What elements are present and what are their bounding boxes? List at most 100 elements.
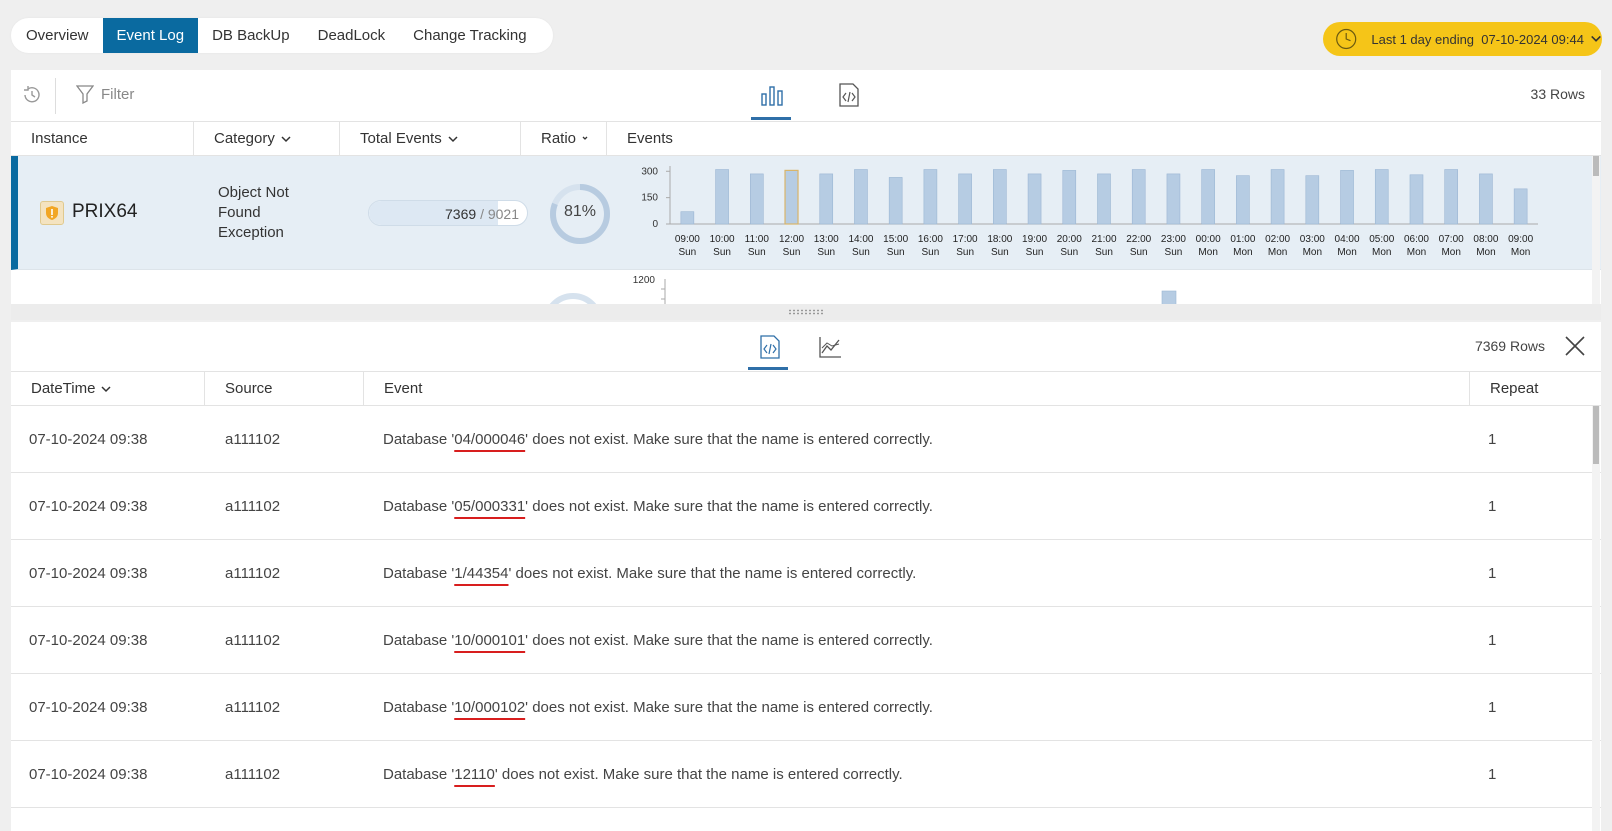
x-tick-label: 21:00 <box>1091 234 1116 245</box>
tab-overview[interactable]: Overview <box>11 18 103 53</box>
chevron-down-icon <box>448 135 458 142</box>
column-event[interactable]: Event <box>364 372 1470 405</box>
chart-bar <box>750 173 764 225</box>
code-view-icon[interactable] <box>836 82 862 108</box>
x-tick-label: 06:00 <box>1404 234 1429 245</box>
history-icon[interactable] <box>21 84 43 106</box>
filter-input[interactable]: Filter <box>101 86 134 103</box>
table-row[interactable]: 07-10-2024 09:38 a111102 Database '05/00… <box>11 473 1601 540</box>
x-tick-day: Sun <box>1130 247 1148 258</box>
chevron-down-icon <box>101 385 111 392</box>
column-instance[interactable]: Instance <box>11 122 194 155</box>
close-icon[interactable] <box>1563 334 1587 358</box>
category-label: Object Not Found Exception <box>218 184 289 241</box>
chart-bar <box>1374 169 1389 225</box>
x-tick-label: 23:00 <box>1161 234 1186 245</box>
y-tick-label: 150 <box>641 193 658 204</box>
sort-icon <box>582 136 588 140</box>
chart-bar <box>888 177 903 225</box>
events-table-header: DateTime Source Event Repeat <box>11 372 1601 406</box>
chart-bar <box>923 169 938 225</box>
total-events-value: 7369 / 9021 <box>445 206 519 222</box>
chart-bar <box>1201 169 1215 225</box>
x-tick-day: Mon <box>1372 247 1391 258</box>
x-tick-day: Sun <box>817 247 835 258</box>
table-row[interactable]: 07-10-2024 09:38 a111102 Database '04/00… <box>11 406 1601 473</box>
column-ratio[interactable]: Ratio <box>521 122 607 155</box>
chart-bar <box>1479 173 1493 225</box>
x-tick-label: 15:00 <box>883 234 908 245</box>
event-datetime: 07-10-2024 09:38 <box>29 497 148 515</box>
scrollbar[interactable] <box>1592 406 1600 831</box>
column-total-events[interactable]: Total Events <box>340 122 521 155</box>
x-tick-day: Sun <box>713 247 731 258</box>
x-tick-day: Mon <box>1198 247 1217 258</box>
chart-bar <box>1444 169 1459 225</box>
time-range-label: Last 1 day ending 07-10-2024 09:44 <box>1371 31 1584 47</box>
code-view-icon[interactable] <box>757 334 783 360</box>
x-tick-label: 09:00 <box>675 234 700 245</box>
database-name: 1/44354 <box>454 564 509 582</box>
event-datetime: 07-10-2024 09:38 <box>29 631 148 649</box>
table-row[interactable]: 07-10-2024 09:38 a111102 Database '12110… <box>11 741 1601 808</box>
events-bar-chart: 300 150 0 09:00 Sun 10:00 Sun 11:00 Sun 12:00 Sun 1… <box>641 166 1538 258</box>
y-tick-label: 1200 <box>633 275 656 286</box>
tab-db-backup[interactable]: DB BackUp <box>198 18 304 53</box>
tab-deadlock[interactable]: DeadLock <box>304 18 400 53</box>
table-row[interactable]: 07-10-2024 09:38 a111102 Database '10/00… <box>11 674 1601 741</box>
panel-splitter[interactable] <box>11 304 1601 320</box>
chart-bar <box>1305 175 1320 225</box>
drag-handle-icon[interactable] <box>788 309 824 315</box>
x-tick-label: 14:00 <box>848 234 873 245</box>
instances-panel: Filter 33 Rows Instance Category Total E… <box>11 70 1601 312</box>
scrollbar[interactable] <box>1592 156 1600 312</box>
column-repeat[interactable]: Repeat <box>1470 372 1570 405</box>
x-tick-label: 04:00 <box>1335 234 1360 245</box>
x-tick-label: 11:00 <box>745 234 770 245</box>
x-tick-day: Mon <box>1511 247 1530 258</box>
x-tick-label: 20:00 <box>1057 234 1082 245</box>
chart-bar <box>1062 170 1077 225</box>
y-tick-label: 0 <box>652 219 658 230</box>
column-datetime[interactable]: DateTime <box>11 372 205 405</box>
row-count: 7369 Rows <box>1474 338 1545 354</box>
chart-bar <box>1097 173 1111 225</box>
y-tick-label: 300 <box>641 166 658 177</box>
x-tick-day: Sun <box>1060 247 1078 258</box>
table-row[interactable]: 07-10-2024 09:38 a111102 Database '10/00… <box>11 607 1601 674</box>
details-toolbar: 7369 Rows <box>11 322 1601 372</box>
column-events: Events <box>627 130 673 147</box>
x-tick-label: 12:00 <box>779 234 804 245</box>
x-tick-label: 08:00 <box>1473 234 1498 245</box>
event-datetime: 07-10-2024 09:38 <box>29 430 148 448</box>
x-tick-day: Sun <box>1095 247 1113 258</box>
chart-bar <box>1270 169 1285 225</box>
line-chart-view-icon[interactable] <box>817 334 843 360</box>
clock-icon <box>1336 28 1357 50</box>
event-source: a111102 <box>225 497 281 515</box>
event-message: Database '05/000331' does not exist. Mak… <box>383 497 933 515</box>
warning-shield-icon <box>40 201 64 225</box>
tab-change-tracking[interactable]: Change Tracking <box>399 18 540 53</box>
column-source[interactable]: Source <box>205 372 364 405</box>
filter-icon[interactable] <box>76 84 94 104</box>
x-tick-label: 03:00 <box>1300 234 1325 245</box>
x-tick-label: 17:00 <box>953 234 978 245</box>
event-message: Database '04/000046' does not exist. Mak… <box>383 430 933 448</box>
chart-bar <box>1166 173 1181 225</box>
time-range-selector[interactable]: Last 1 day ending 07-10-2024 09:44 <box>1323 22 1602 56</box>
chart-bar <box>1131 169 1146 225</box>
x-tick-label: 07:00 <box>1439 234 1464 245</box>
chart-bar <box>958 173 972 225</box>
database-name: 04/000046 <box>454 430 526 448</box>
bar-chart-view-icon[interactable] <box>759 82 785 108</box>
column-category[interactable]: Category <box>194 122 340 155</box>
chart-bar <box>784 169 799 225</box>
table-row[interactable]: 07-10-2024 09:38 a111102 Database '1/443… <box>11 540 1601 607</box>
x-tick-day: Sun <box>1165 247 1183 258</box>
event-repeat: 1 <box>1488 698 1497 716</box>
chart-bar <box>680 211 695 225</box>
table-row-selected[interactable]: PRIX64 Object Not Found Exception 7369 /… <box>11 156 1601 270</box>
tab-event-log[interactable]: Event Log <box>102 18 199 53</box>
event-source: a111102 <box>225 631 281 649</box>
